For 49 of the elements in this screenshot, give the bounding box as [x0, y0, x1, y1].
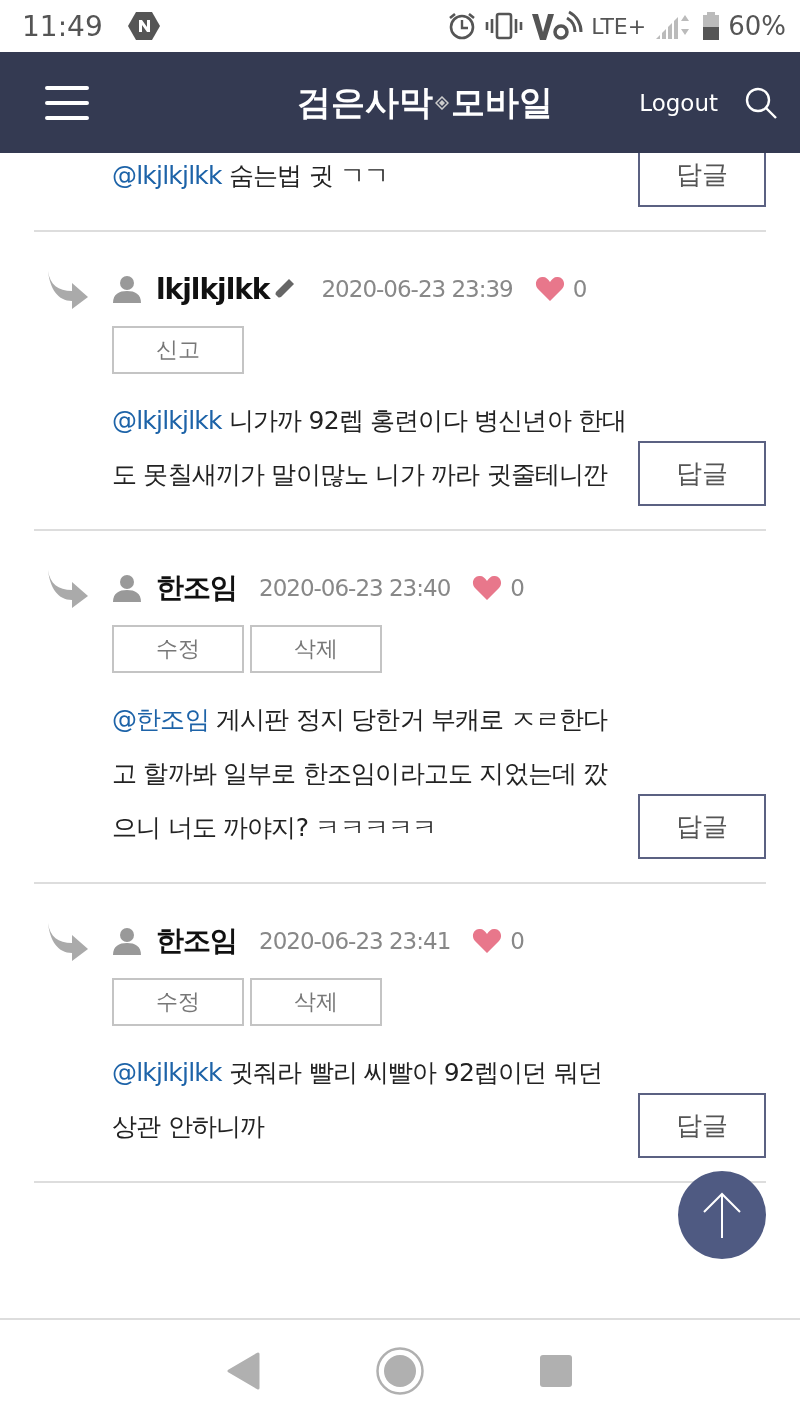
- vibrate-icon: [485, 11, 524, 41]
- comment-text: @lkjlkjlkk 귓줘라 빨리 씨빨아 92렙이던 뭐던 상관 안하니까: [112, 1057, 604, 1143]
- reply-button[interactable]: 답글: [638, 153, 766, 207]
- logout-link[interactable]: Logout: [639, 89, 718, 116]
- home-icon[interactable]: [375, 1346, 425, 1396]
- author-name[interactable]: lkjlkjlkk: [156, 272, 270, 306]
- reply-button[interactable]: 답글: [638, 1093, 766, 1158]
- logo-text[interactable]: 모바일: [450, 79, 553, 126]
- diamond-icon: [434, 95, 449, 110]
- status-time: 11:49: [22, 9, 103, 43]
- comment-date: 2020-06-23 23:39: [321, 276, 513, 302]
- mention-link[interactable]: @lkjlkjlkk: [112, 1058, 222, 1087]
- like-count: 0: [510, 928, 525, 954]
- action-button[interactable]: 신고: [112, 326, 244, 374]
- heart-icon[interactable]: [534, 276, 565, 302]
- comment-text: @lkjlkjlkk 니가까 92렙 홍련이다 병신년아 한대도 못칠새끼가 말이많노 니가 까라 귓줄테니깐: [112, 405, 628, 491]
- mention-link[interactable]: @lkjlkjlkk: [112, 161, 222, 190]
- search-icon[interactable]: [744, 85, 778, 120]
- up-arrow-icon: [702, 1192, 742, 1238]
- author-name[interactable]: 한조임: [156, 569, 237, 607]
- network-type: LTE+: [591, 13, 647, 39]
- logo-text[interactable]: 검은사막: [296, 79, 433, 126]
- action-button[interactable]: 삭제: [250, 978, 382, 1026]
- user-icon: [112, 574, 142, 602]
- user-icon: [112, 927, 142, 955]
- author-name[interactable]: 한조임: [156, 922, 237, 960]
- like-count: 0: [572, 276, 588, 302]
- recents-icon[interactable]: [539, 1354, 573, 1388]
- reply-button[interactable]: 답글: [638, 441, 766, 506]
- action-button[interactable]: 수정: [112, 625, 244, 673]
- comment-date: 2020-06-23 23:41: [259, 928, 451, 954]
- heart-icon[interactable]: [472, 575, 503, 601]
- battery-icon: [702, 11, 721, 41]
- mention-link[interactable]: @한조임: [112, 705, 209, 734]
- comment-date: 2020-06-23 23:40: [259, 575, 451, 601]
- action-button[interactable]: 삭제: [250, 625, 382, 673]
- menu-icon[interactable]: [44, 83, 90, 122]
- action-button[interactable]: 수정: [112, 978, 244, 1026]
- comment-text: @lkjlkjlkk 숨는법 귓 ㄱㄱ: [112, 160, 390, 192]
- battery-level: 60%: [728, 11, 786, 41]
- mention-link[interactable]: @lkjlkjlkk: [112, 406, 222, 435]
- comment-text: @한조임 게시판 정지 당한거 부캐로 ㅈㄹ한다고 할까봐 일부로 한조임이라고도 지었는데 깠으니 너도 까야지? ㅋㅋㅋㅋㅋ: [112, 704, 609, 844]
- reply-button[interactable]: 답글: [638, 794, 766, 859]
- heart-icon[interactable]: [472, 928, 503, 954]
- user-icon: [112, 275, 142, 303]
- volte-icon: [531, 10, 584, 42]
- notification-icon: [126, 11, 161, 41]
- back-icon[interactable]: [227, 1352, 261, 1390]
- like-count: 0: [510, 575, 525, 601]
